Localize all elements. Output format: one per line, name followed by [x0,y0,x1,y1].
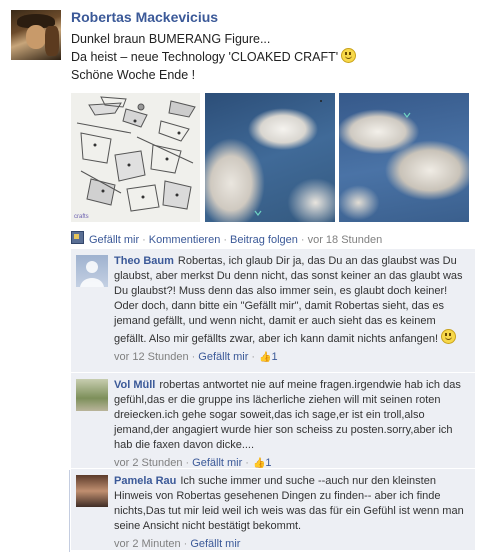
actions-separator: · [300,234,305,246]
commenter-avatar[interactable] [76,255,108,287]
comment-item: Theo Baum Robertas, ich glaub Dir ja, das… [71,249,475,373]
post-message-line-1: Dunkel braun BUMERANG Figure... [71,32,271,46]
smiley-icon [341,48,357,63]
default-avatar-icon [80,261,104,287]
comment-timestamp[interactable]: vor 12 Stunden [114,351,189,363]
meta-separator: · [251,351,256,363]
comment-text: robertas antwortet nie auf meine fragen.… [114,379,461,451]
commenter-name[interactable]: Theo Baum [114,255,174,267]
commenter-avatar[interactable] [76,475,108,507]
comment-list: Theo Baum Robertas, ich glaub Dir ja, das… [71,249,475,551]
avatar-face [26,25,46,49]
comment-item: Vol Müll robertas antwortet nie auf meine… [71,373,475,469]
comment-focus-rule [69,470,70,552]
comment-timestamp[interactable]: vor 2 Minuten [114,538,181,550]
comment-like-count[interactable]: 1 [265,457,271,469]
commenter-avatar[interactable] [76,379,108,411]
post-photo-sketch[interactable]: crafts [71,93,200,222]
smiley-icon [441,329,457,344]
comment-body: Theo Baum Robertas, ich glaub Dir ja, das… [114,249,475,371]
actions-separator: · [223,234,228,246]
post-message: Dunkel braun BUMERANG Figure... Da heist… [71,30,357,84]
author-avatar[interactable] [11,10,61,60]
meta-separator: · [183,538,188,550]
like-page-icon [71,231,84,244]
comment-body: Vol Müll robertas antwortet nie auf meine… [114,373,475,477]
post-photo-clouds-2[interactable] [339,93,469,222]
clouds-overlay-2 [403,112,411,118]
commenter-name[interactable]: Pamela Rau [114,475,176,487]
commenter-name[interactable]: Vol Müll [114,379,155,391]
feed-post: Robertas Mackevicius Dunkel braun BUMERA… [0,0,480,560]
post-message-line-3: Schöne Woche Ende ! [71,68,196,82]
actions-separator: · [142,234,146,246]
comment-like-link[interactable]: Gefällt mir [192,457,242,469]
comment-meta: vor 12 Stunden · Gefällt mir · 👍1 [114,350,469,365]
comment-item: Pamela Rau Ich suche immer und suche --au… [71,469,475,551]
comment-meta: vor 2 Minuten · Gefällt mir [114,537,469,552]
post-photo-clouds-1[interactable] [205,93,335,222]
meta-separator: · [191,351,196,363]
comment-like-link[interactable]: Gefällt mir [198,351,248,363]
clouds-overlay-1 [254,100,322,216]
comment-like-count[interactable]: 1 [272,351,278,363]
post-timestamp[interactable]: vor 18 Stunden [308,234,383,246]
comment-text: Robertas, ich glaub Dir ja, das Du an da… [114,255,463,345]
post-message-line-2: Da heist – neue Technology 'CLOAKED CRAF… [71,48,357,66]
sketch-drawing: crafts [71,93,200,222]
avatar-side [45,26,59,56]
thumbs-up-icon[interactable]: 👍 [259,350,271,365]
post-actions: Gefällt mir · Kommentieren · Beitrag folgen ·… [71,231,382,246]
comment-body: Pamela Rau Ich suche immer und suche --au… [114,469,475,558]
sketch-caption: crafts [74,214,89,220]
comment-timestamp[interactable]: vor 2 Stunden [114,457,183,469]
follow-post-link[interactable]: Beitrag folgen [230,234,298,246]
comment-like-link[interactable]: Gefällt mir [190,538,240,550]
meta-separator: · [245,457,249,469]
meta-separator: · [185,457,190,469]
post-author-name[interactable]: Robertas Mackevicius [71,9,218,25]
post-message-line-2-text: Da heist – neue Technology 'CLOAKED CRAF… [71,50,339,64]
like-link[interactable]: Gefällt mir [89,234,139,246]
comment-link[interactable]: Kommentieren [149,234,221,246]
